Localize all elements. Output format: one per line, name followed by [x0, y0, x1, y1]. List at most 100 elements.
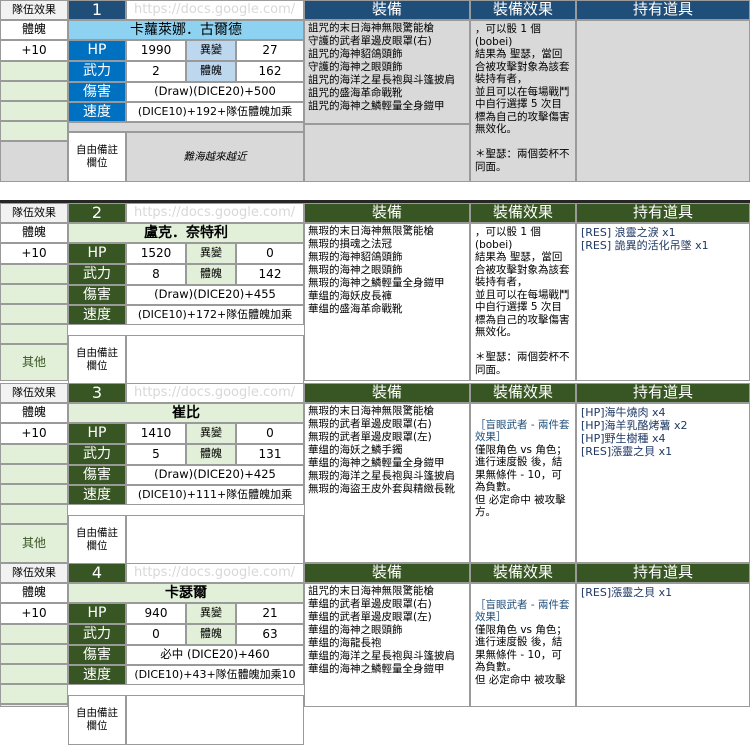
equip-header: 裝備	[304, 203, 470, 223]
equip-item: 華缊的海妖皮長褲	[308, 290, 392, 302]
team-effect-label: 隊伍效果	[0, 563, 68, 583]
variant-label: 異變	[186, 423, 236, 444]
effect-line: ＊聖瑟：兩個荌杯不	[475, 351, 570, 363]
character-name: 卡瑟爾	[68, 583, 304, 603]
spd-label: 速度	[68, 665, 126, 685]
effect-line: 僅限角色 vs 角色；	[475, 443, 567, 456]
physique-label: 體魄	[0, 583, 68, 603]
con-label: 體魄	[186, 444, 236, 465]
item-entry: [HP]海羊乳酪烤薯 x2	[581, 419, 688, 432]
atk-label: 武力	[68, 61, 126, 82]
free-note-line: 欄位	[86, 360, 108, 372]
physique-bonus: +10	[0, 603, 68, 624]
equip-item: 無瑕的海神之鱗輕量全身鎧甲	[308, 277, 445, 289]
effect-text: ［盲眼武者 - 兩件套 效果］ 僅限角色 vs 角色； 進行速度骰 後，結 果無條件 -…	[470, 403, 576, 563]
effect-line: 但 必定命中 被攻擊	[475, 673, 566, 686]
items-list: [RES] 浪靈之淚 x1 [RES] 詭異的活化吊墜 x1	[576, 223, 750, 381]
gap-row	[68, 325, 304, 335]
effect-text: ［盲眼武者 - 兩件套 效果］ 僅限角色 vs 角色； 進行速度骰 後，結 果無條件 -…	[470, 583, 576, 707]
item-entry: [RES]漲靈之貝 x1	[581, 586, 673, 599]
character-block-3: 隊伍效果 3 https://docs.google.com/裝備 裝備效果 持有道具體…	[0, 383, 750, 565]
items-list	[576, 20, 750, 182]
left-filler-0	[0, 264, 68, 284]
variant-value: 21	[236, 603, 304, 624]
hp-label: HP	[68, 423, 126, 444]
item-entry: [HP]海牛燒肉 x4	[581, 406, 666, 419]
free-note-value[interactable]: 難海越來越近	[126, 132, 304, 182]
left-filler-0	[0, 61, 68, 81]
dmg-label: 傷害	[68, 645, 126, 665]
dmg-label: 傷害	[68, 465, 126, 485]
physique-label: 體魄	[0, 20, 68, 40]
equip-item: 無瑕的武者單邊皮眼罩(右)	[308, 418, 432, 430]
effect-line: 同面。	[475, 160, 507, 173]
hp-label: HP	[68, 243, 126, 264]
equip-header: 裝備	[304, 383, 470, 403]
left-filler-3	[0, 504, 68, 524]
effect-line: 僅限角色 vs 角色；	[475, 623, 567, 636]
effect-line: 並且可以在每場戰鬥	[475, 85, 570, 98]
free-note-line: 自由備註	[76, 347, 118, 359]
hp-value: 1990	[126, 40, 186, 61]
spd-label: 速度	[68, 102, 126, 122]
equip-item: 詛咒的末日海神無限驚能槍	[308, 585, 434, 597]
equip-item: 詛咒的盛海革命戰靴	[308, 87, 403, 99]
character-number: 3	[68, 383, 126, 403]
equip-item: 無瑕的末日海神無限驚能槍	[308, 225, 434, 237]
equip-item: 無瑕的末日海神無限驚能槍	[308, 405, 434, 417]
left-filler-0	[0, 444, 68, 464]
left-filler-1	[0, 644, 68, 664]
equip-item: 無瑕的損魂之法冠	[308, 238, 392, 250]
physique-bonus: +10	[0, 423, 68, 444]
dmg-label: 傷害	[68, 82, 126, 102]
character-block-4: 隊伍效果 4 https://docs.google.com/裝備 裝備效果 持有道具體…	[0, 563, 750, 745]
left-filler-2	[0, 101, 68, 121]
dmg-value: (Draw)(DICE20)+455	[126, 285, 304, 305]
effect-line: 果無條件 - 10，可	[475, 468, 562, 481]
free-note-value[interactable]	[126, 335, 304, 385]
effect-line: 裝持有者，	[475, 73, 528, 85]
free-note-value[interactable]	[126, 695, 304, 745]
gap-row	[68, 685, 304, 695]
atk-label: 武力	[68, 444, 126, 465]
item-entry: [RES]漲靈之貝 x1	[581, 445, 673, 458]
character-number: 1	[68, 0, 126, 20]
gap-row	[68, 505, 304, 515]
free-note-label: 自由備註 欄位	[68, 132, 126, 182]
physique-label: 體魄	[0, 223, 68, 243]
effect-line: 合被攻擊對象為該套	[475, 263, 570, 276]
character-name: 崔比	[68, 403, 304, 423]
effect-text: ，可以骰 1 個 (bobei) 結果為 聖瑟，當回 合被攻擊對象為該套 裝持有者， 並且…	[470, 223, 576, 381]
effect-line: 標為自己的攻擊傷害	[475, 110, 570, 123]
effect-line: 效果］	[475, 611, 507, 623]
effect-line: 無效化。	[475, 123, 517, 135]
hp-label: HP	[68, 603, 126, 624]
equip-header: 裝備	[304, 0, 470, 20]
free-note-label: 自由備註 欄位	[68, 515, 126, 565]
equip-item: 無瑕的海神貂鴿頭飾	[308, 251, 403, 263]
left-filler-1	[0, 464, 68, 484]
item-entry: [RES] 詭異的活化吊墜 x1	[581, 239, 709, 252]
items-header: 持有道具	[576, 203, 750, 223]
equip-item: 無瑕的海神之眼頭飾	[308, 264, 403, 276]
variant-label: 異變	[186, 243, 236, 264]
item-entry: [RES] 浪靈之淚 x1	[581, 226, 676, 239]
spd-label: 速度	[68, 305, 126, 325]
con-value: 131	[236, 444, 304, 465]
url-cell	[126, 563, 304, 583]
equip-list: 詛咒的末日海神無限驚能槍 守護的武者單邊皮眼罩(右) 詛咒的海神貂鴿頭飾 守護的海神之…	[304, 20, 470, 124]
free-note-value[interactable]	[126, 515, 304, 565]
equip-item: 華缊的海神之眼頭飾	[308, 624, 403, 636]
character-name: 卡蘿萊娜．古爾德	[68, 20, 304, 40]
effect-line: 為負數。	[475, 481, 517, 493]
gap-row	[68, 122, 304, 132]
equip-list: 無瑕的末日海神無限驚能槍 無瑕的損魂之法冠 無瑕的海神貂鴿頭飾 無瑕的海神之眼頭飾 無瑕…	[304, 223, 470, 381]
effect-line: (bobei)	[475, 35, 513, 48]
effect-header: 裝備效果	[470, 203, 576, 223]
equip-item: 華缊的海洋之星長袍與斗篷披肩	[308, 650, 455, 662]
free-note-line: 自由備註	[76, 707, 118, 719]
character-block-1: 隊伍效果 1 https://docs.google.com/裝備 裝備效果 持有道具體…	[0, 0, 750, 182]
effect-line: ［盲眼武者 - 兩件套	[475, 418, 570, 431]
equip-item: 無瑕的武者單邊皮眼罩(左)	[308, 431, 432, 443]
physique-bonus: +10	[0, 40, 68, 61]
